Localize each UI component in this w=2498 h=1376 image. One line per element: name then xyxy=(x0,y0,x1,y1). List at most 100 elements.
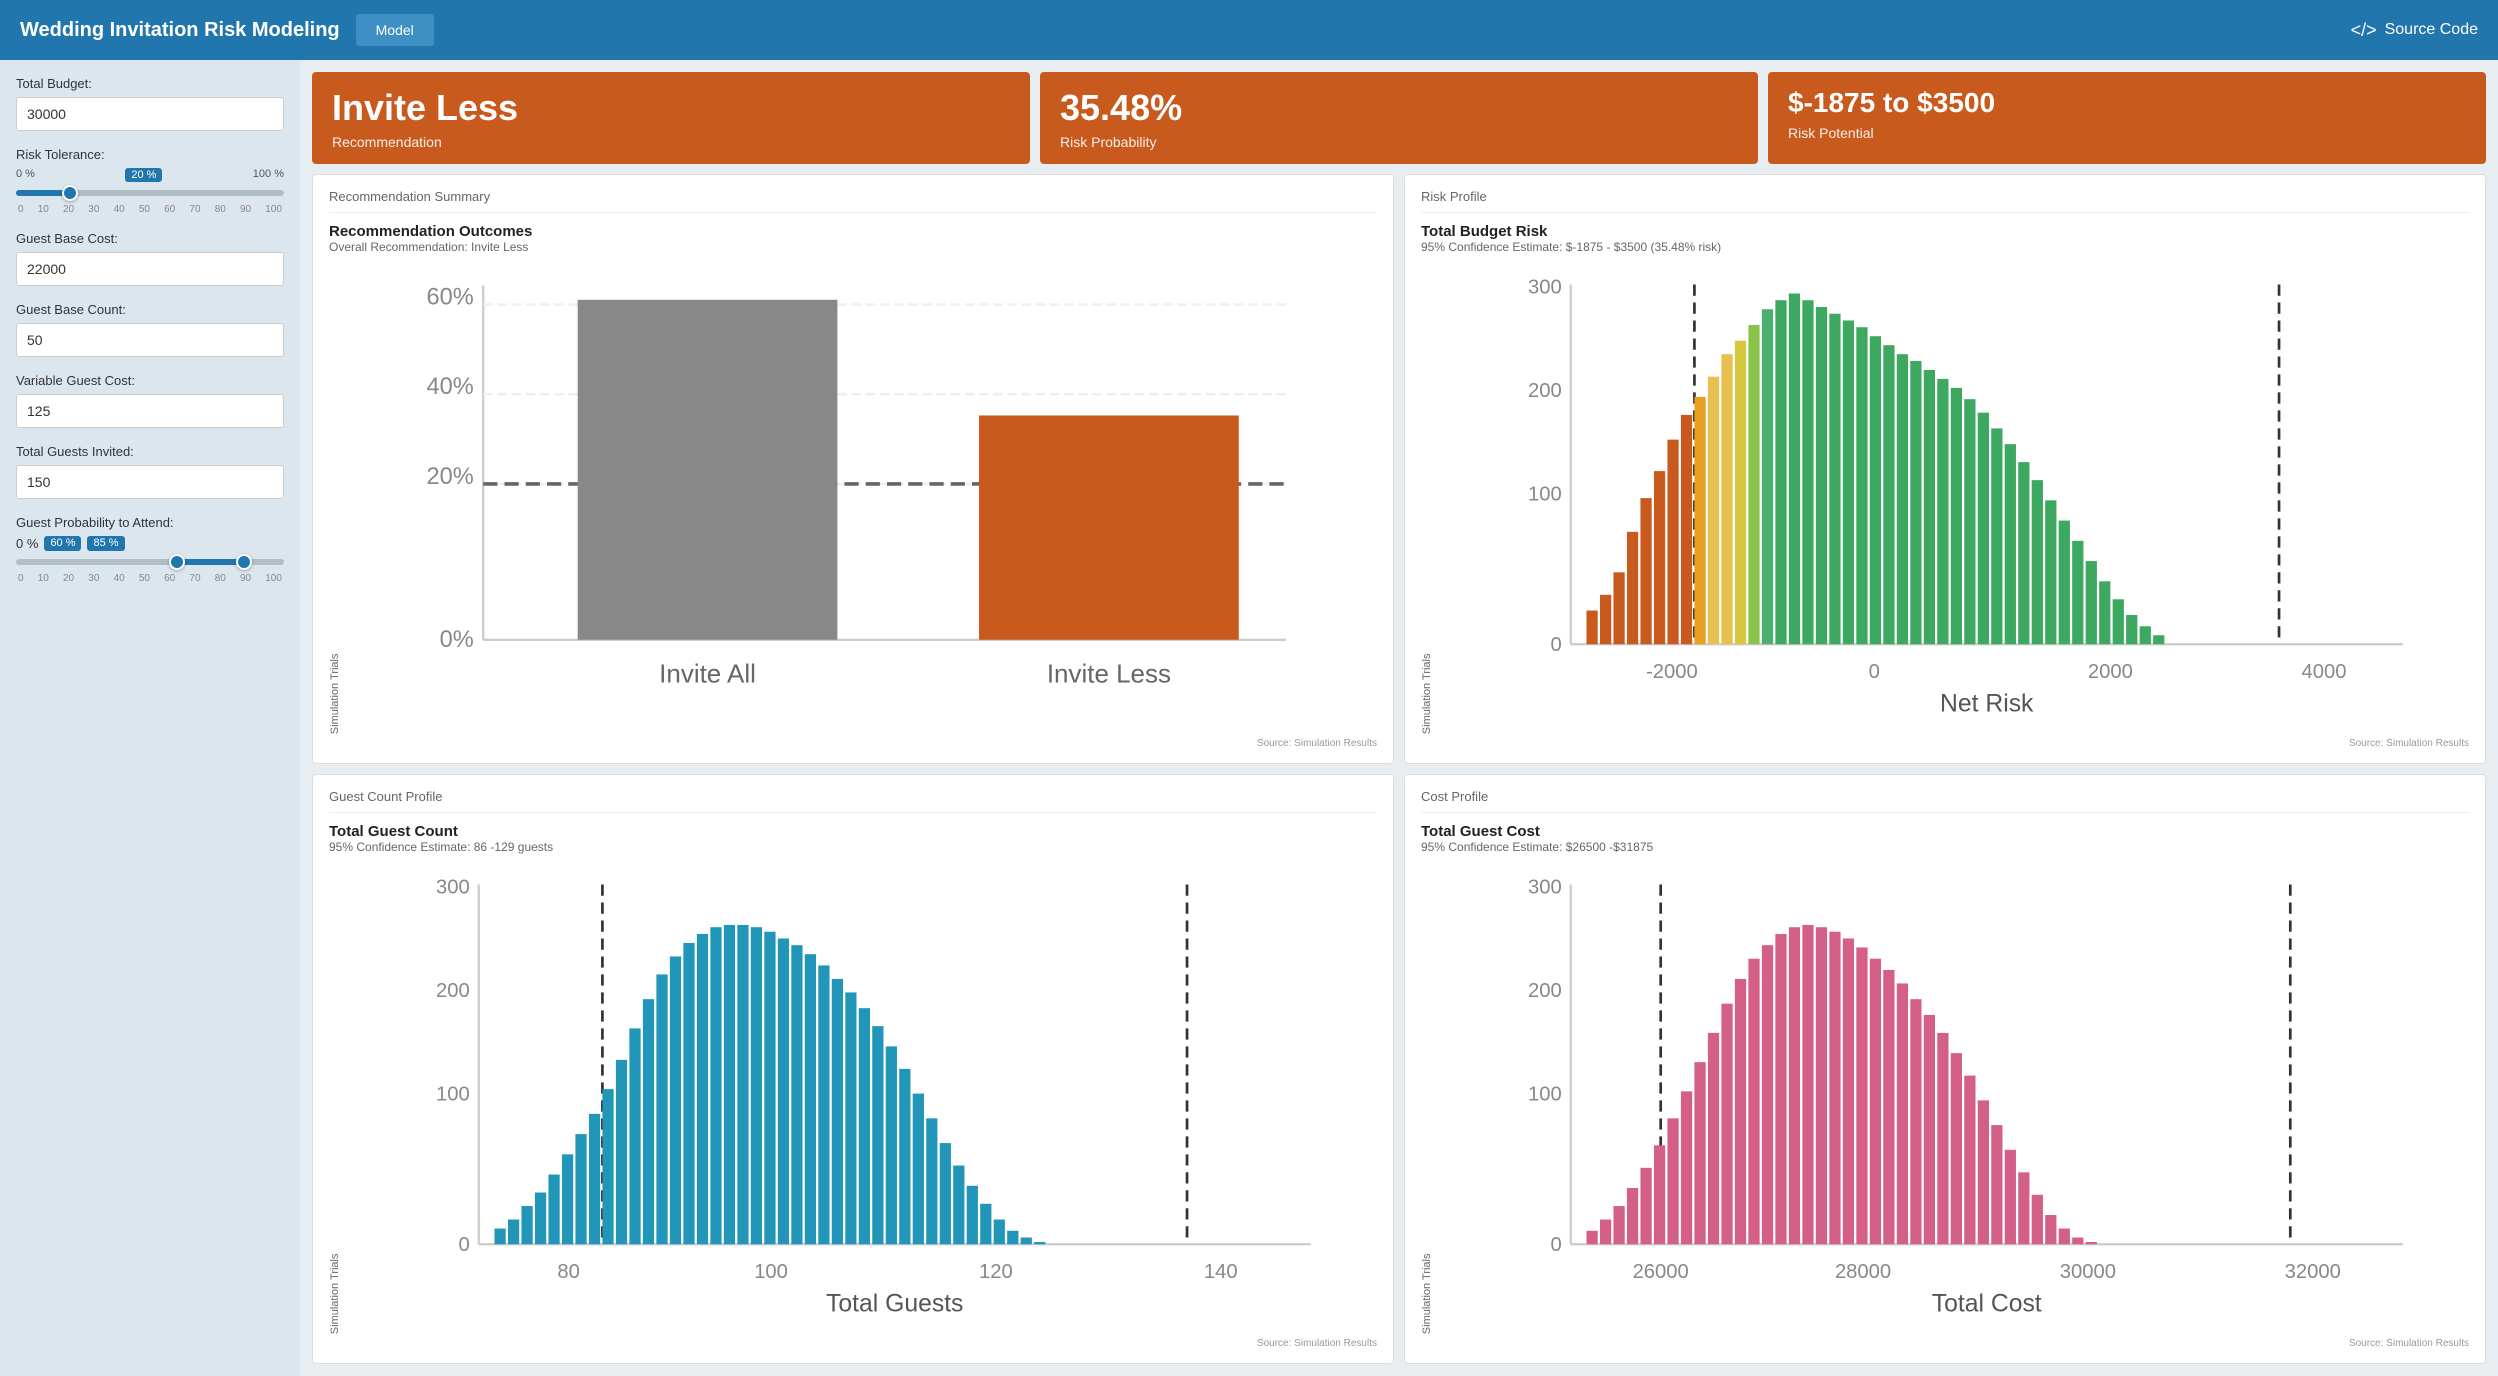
chart-row-2: Guest Count Profile Total Guest Count 95… xyxy=(312,774,2486,1364)
source-code-button[interactable]: </> Source Code xyxy=(2351,20,2478,41)
svg-text:100: 100 xyxy=(754,1261,788,1283)
risk-tolerance-label: Risk Tolerance: xyxy=(16,147,284,162)
total-budget-input[interactable] xyxy=(16,97,284,131)
prob-value2-label: 85 % xyxy=(87,536,124,551)
svg-text:60%: 60% xyxy=(427,284,474,310)
guest-base-count-input[interactable] xyxy=(16,323,284,357)
variable-guest-cost-label: Variable Guest Cost: xyxy=(16,373,284,388)
svg-text:28000: 28000 xyxy=(1835,1261,1891,1283)
guest-count-panel: Guest Count Profile Total Guest Count 95… xyxy=(312,774,1394,1364)
svg-text:200: 200 xyxy=(1528,980,1562,1002)
svg-text:100: 100 xyxy=(1528,1083,1562,1105)
recommendation-summary-panel: Recommendation Summary Recommendation Ou… xyxy=(312,174,1394,764)
risk-min-label: 0 % xyxy=(16,168,35,182)
code-icon: </> xyxy=(2351,20,2377,41)
rec-chart-svg: 60% 40% 20% 0% xyxy=(345,262,1377,734)
risk-source: Source: Simulation Results xyxy=(1421,738,2469,749)
guest-base-count-label: Guest Base Count: xyxy=(16,302,284,317)
guest-base-cost-group: Guest Base Cost: xyxy=(16,231,284,286)
content-area: Invite Less Recommendation 35.48% Risk P… xyxy=(300,60,2498,1376)
cost-source: Source: Simulation Results xyxy=(1421,1338,2469,1349)
cost-profile-title: Cost Profile xyxy=(1421,789,2469,813)
bar-invite-less xyxy=(979,415,1239,639)
risk-chart-subtitle: 95% Confidence Estimate: $-1875 - $3500 … xyxy=(1421,240,2469,254)
svg-text:2000: 2000 xyxy=(2088,661,2133,683)
risk-y-axis-label: Simulation Trials xyxy=(1421,262,1433,734)
svg-text:Invite All: Invite All xyxy=(659,658,756,688)
guest-prob-attend-group: Guest Probability to Attend: 0 % 60 % 85… xyxy=(16,515,284,584)
main-layout: Total Budget: Risk Tolerance: 0 % 20 % 1… xyxy=(0,60,2498,1376)
kpi-recommendation: Invite Less Recommendation xyxy=(312,72,1030,164)
risk-chart-title: Total Budget Risk xyxy=(1421,223,2469,240)
svg-text:100: 100 xyxy=(1528,483,1562,505)
svg-text:Total Guests: Total Guests xyxy=(826,1291,963,1318)
svg-text:300: 300 xyxy=(436,876,470,898)
svg-text:120: 120 xyxy=(979,1261,1013,1283)
rec-y-axis-label: Simulation Trials xyxy=(329,262,341,734)
svg-text:200: 200 xyxy=(1528,380,1562,402)
chart-row-1: Recommendation Summary Recommendation Ou… xyxy=(312,174,2486,764)
guest-base-cost-label: Guest Base Cost: xyxy=(16,231,284,246)
variable-guest-cost-group: Variable Guest Cost: xyxy=(16,373,284,428)
risk-profile-panel: Risk Profile Total Budget Risk 95% Confi… xyxy=(1404,174,2486,764)
svg-text:Invite Less: Invite Less xyxy=(1047,658,1171,688)
cost-y-axis-label: Simulation Trials xyxy=(1421,862,1433,1334)
kpi-recommendation-label: Recommendation xyxy=(332,134,1010,150)
guest-count-y-label: Simulation Trials xyxy=(329,862,341,1334)
svg-text:40%: 40% xyxy=(427,374,474,400)
kpi-risk-potential-value: $-1875 to $3500 xyxy=(1788,88,2466,119)
guest-prob-track[interactable] xyxy=(16,559,284,565)
kpi-risk-probability-label: Risk Probability xyxy=(1060,134,1738,150)
variable-guest-cost-input[interactable] xyxy=(16,394,284,428)
guest-count-title: Guest Count Profile xyxy=(329,789,1377,813)
cost-profile-panel: Cost Profile Total Guest Cost 95% Confid… xyxy=(1404,774,2486,1364)
risk-ticks: 0102030405060708090100 xyxy=(16,204,284,215)
svg-text:0: 0 xyxy=(1550,1234,1561,1256)
svg-text:0: 0 xyxy=(1869,661,1880,683)
svg-text:20%: 20% xyxy=(427,464,474,490)
kpi-risk-probability: 35.48% Risk Probability xyxy=(1040,72,1758,164)
svg-text:300: 300 xyxy=(1528,276,1562,298)
kpi-recommendation-value: Invite Less xyxy=(332,88,1010,128)
total-guests-invited-group: Total Guests Invited: xyxy=(16,444,284,499)
risk-chart-svg: 300 200 100 0 -2000 0 2000 4000 Net Risk xyxy=(1437,262,2469,734)
model-tab[interactable]: Model xyxy=(356,14,434,46)
cost-chart-title: Total Guest Cost xyxy=(1421,823,2469,840)
svg-text:30000: 30000 xyxy=(2060,1261,2116,1283)
svg-text:0: 0 xyxy=(1550,634,1561,656)
guest-prob-labels: 0 % 60 % 85 % xyxy=(16,536,284,551)
rec-source: Source: Simulation Results xyxy=(329,738,1377,749)
guest-count-svg: 300 200 100 0 80 100 120 140 Total Guest… xyxy=(345,862,1377,1334)
kpi-risk-potential: $-1875 to $3500 Risk Potential xyxy=(1768,72,2486,164)
rec-summary-title: Recommendation Summary xyxy=(329,189,1377,213)
risk-tolerance-group: Risk Tolerance: 0 % 20 % 100 % 010203040… xyxy=(16,147,284,215)
risk-max-label: 100 % xyxy=(253,168,284,182)
prob-min-label: 0 % xyxy=(16,536,38,551)
risk-tolerance-track[interactable] xyxy=(16,190,284,196)
svg-text:-2000: -2000 xyxy=(1646,661,1698,683)
total-guests-invited-label: Total Guests Invited: xyxy=(16,444,284,459)
prob-value1-label: 60 % xyxy=(44,536,81,551)
svg-text:32000: 32000 xyxy=(2285,1261,2341,1283)
guest-count-chart-subtitle: 95% Confidence Estimate: 86 -129 guests xyxy=(329,840,1377,854)
total-budget-group: Total Budget: xyxy=(16,76,284,131)
svg-text:100: 100 xyxy=(436,1083,470,1105)
svg-text:140: 140 xyxy=(1204,1261,1238,1283)
kpi-risk-probability-value: 35.48% xyxy=(1060,88,1738,128)
bar-invite-all xyxy=(578,299,838,639)
total-guests-invited-input[interactable] xyxy=(16,465,284,499)
source-code-label: Source Code xyxy=(2385,21,2478,39)
svg-text:Net Risk: Net Risk xyxy=(1940,690,2034,717)
total-budget-label: Total Budget: xyxy=(16,76,284,91)
cost-chart-svg: 300 200 100 0 26000 28000 30000 32000 To… xyxy=(1437,862,2469,1334)
cost-chart-subtitle: 95% Confidence Estimate: $26500 -$31875 xyxy=(1421,840,2469,854)
rec-chart-subtitle: Overall Recommendation: Invite Less xyxy=(329,240,1377,254)
rec-chart-title: Recommendation Outcomes xyxy=(329,223,1377,240)
guest-base-cost-input[interactable] xyxy=(16,252,284,286)
svg-text:Total Cost: Total Cost xyxy=(1932,1291,2042,1318)
kpi-row: Invite Less Recommendation 35.48% Risk P… xyxy=(312,72,2486,164)
svg-text:200: 200 xyxy=(436,980,470,1002)
svg-text:4000: 4000 xyxy=(2302,661,2347,683)
guest-count-chart-title: Total Guest Count xyxy=(329,823,1377,840)
app-title: Wedding Invitation Risk Modeling xyxy=(20,19,340,42)
